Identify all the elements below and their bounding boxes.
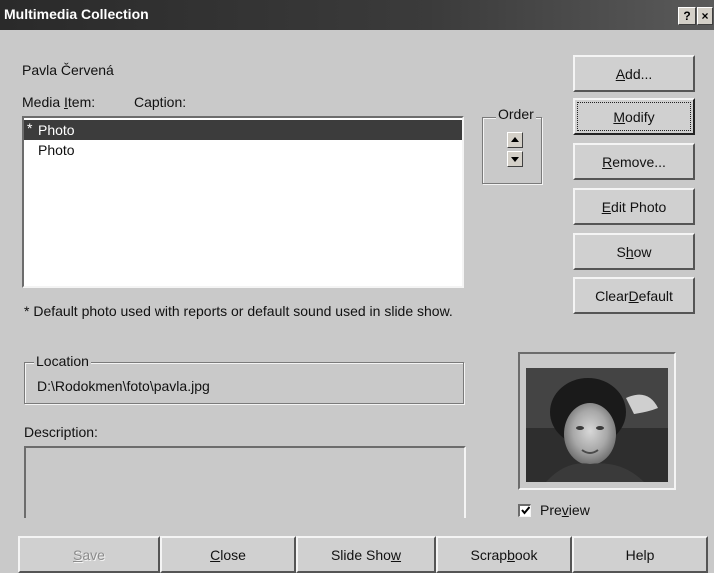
preview-photo <box>526 368 668 482</box>
help-title-button[interactable]: ? <box>678 7 696 25</box>
clear-default-button[interactable]: Clear Default <box>573 277 695 314</box>
checkmark-icon <box>521 506 530 515</box>
save-button[interactable]: Save <box>18 536 160 573</box>
close-title-button[interactable]: × <box>697 7 713 25</box>
list-item[interactable]: Photo <box>24 140 462 160</box>
slide-show-button[interactable]: Slide Sho w <box>296 536 436 573</box>
close-button[interactable]: Close <box>160 536 296 573</box>
remove-button[interactable]: Remove... <box>573 143 695 180</box>
help-button[interactable]: Help <box>572 536 708 573</box>
down-arrow-icon <box>511 157 519 162</box>
preview-checkbox-row[interactable]: Preview <box>518 502 590 518</box>
default-marker: * <box>27 120 33 136</box>
edit-photo-button[interactable]: Edit Photo <box>573 188 695 225</box>
location-value: D:\Rodokmen\foto\pavla.jpg <box>37 378 210 394</box>
add-button[interactable]: Add... <box>573 55 695 92</box>
list-item[interactable]: * Photo <box>24 120 462 140</box>
up-arrow-icon <box>511 137 519 142</box>
caption-header: Caption: <box>134 94 187 110</box>
footnote: * Default photo used with reports or def… <box>24 303 453 319</box>
show-button[interactable]: Sh ow <box>573 233 695 270</box>
list-item-label: Photo <box>38 142 75 158</box>
preview-label: Preview <box>540 502 590 518</box>
media-list[interactable]: * Photo Photo <box>22 116 464 288</box>
window-title: Multimedia Collection <box>4 6 149 22</box>
scrapbook-button[interactable]: Scrap b ook <box>436 536 572 573</box>
preview-frame <box>518 352 676 490</box>
modify-button[interactable]: Modify <box>573 98 695 135</box>
description-label: Description: <box>24 424 98 440</box>
order-label: Order <box>496 106 536 122</box>
person-name: Pavla Červená <box>22 62 114 78</box>
move-down-button[interactable] <box>507 151 523 167</box>
title-bar[interactable]: Multimedia Collection ? × <box>0 0 714 30</box>
description-field[interactable] <box>24 446 466 518</box>
move-up-button[interactable] <box>507 132 523 148</box>
list-item-label: Photo <box>38 122 75 138</box>
preview-checkbox[interactable] <box>518 503 531 517</box>
media-item-header: Media Item: <box>22 94 96 110</box>
location-label: Location <box>34 353 91 369</box>
